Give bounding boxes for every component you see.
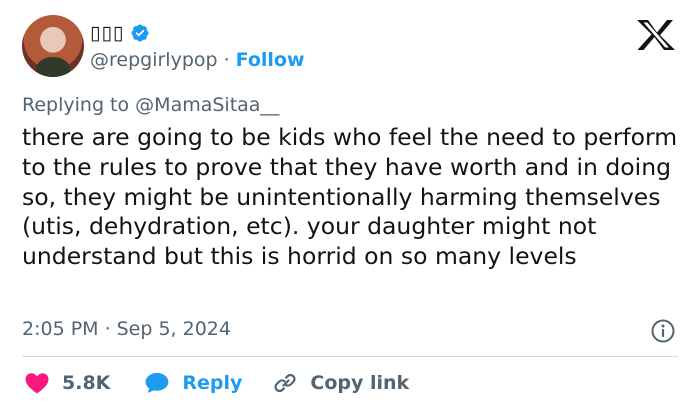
timestamp-separator: · (104, 318, 111, 340)
info-icon[interactable] (650, 318, 676, 344)
timestamp-row[interactable]: 2:05 PM · Sep 5, 2024 (22, 318, 231, 340)
tweet-text: there are going to be kids who feel the … (22, 123, 678, 271)
link-icon (274, 373, 296, 393)
reply-label: Reply (182, 372, 243, 394)
copy-link-button[interactable]: Copy link (272, 371, 409, 395)
copy-link-label: Copy link (310, 372, 410, 394)
speech-bubble-icon (145, 373, 169, 393)
tweet-date[interactable]: Sep 5, 2024 (117, 318, 231, 340)
like-count: 5.8K (62, 372, 111, 394)
heart-icon (25, 373, 49, 394)
tweet-time[interactable]: 2:05 PM (22, 318, 99, 340)
display-name[interactable]: ▯▯▯ (90, 22, 124, 44)
like-button[interactable]: 5.8K (24, 371, 110, 395)
tweet-card: ▯▯▯ @repgirlypop · Follow Replying to @M… (0, 0, 700, 410)
action-bar: 5.8K Reply Copy link (24, 368, 409, 398)
divider (22, 356, 678, 357)
reply-button[interactable]: Reply (144, 371, 242, 395)
author-handle-row: @repgirlypop · Follow (90, 49, 305, 71)
verified-badge-icon (131, 24, 149, 42)
separator-dot: · (223, 49, 230, 71)
reply-mention-link[interactable]: @MamaSitaa__ (135, 94, 279, 116)
author-name-row: ▯▯▯ (90, 22, 150, 44)
author-handle[interactable]: @repgirlypop (90, 49, 218, 71)
reply-prefix: Replying to (22, 94, 130, 116)
x-logo-icon[interactable] (634, 18, 678, 52)
avatar[interactable] (22, 15, 84, 77)
reply-context: Replying to @MamaSitaa__ (22, 94, 279, 116)
follow-button[interactable]: Follow (236, 49, 305, 71)
